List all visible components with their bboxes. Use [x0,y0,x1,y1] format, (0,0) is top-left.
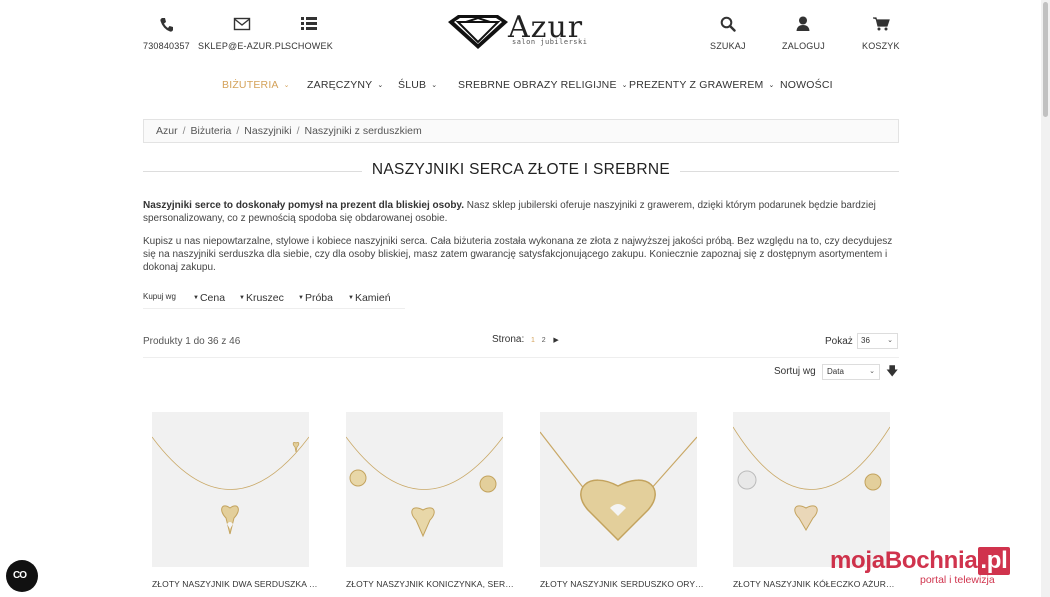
sort-label: Sortuj wg [774,366,816,377]
chat-button[interactable]: CO [6,560,38,592]
nav-item-zareczyny[interactable]: ZARĘCZYNY ⌄ [307,79,383,91]
chevron-down-icon: ⌄ [869,368,875,375]
product-name[interactable]: ZŁOTY NASZYJNIK DWA SERDUSZKA CELEBRYTKA [152,579,320,589]
chevron-down-icon: ⌄ [283,82,290,89]
nav-item-nowosci[interactable]: NOWOŚCI [780,79,833,91]
product-toolbar: Produkty 1 do 36 z 46 Strona: 1 2 ▶ Poka… [143,333,899,358]
show-label: Pokaż [825,336,853,347]
product-count: Produkty 1 do 36 z 46 [143,336,241,347]
chevron-down-icon: ⌄ [431,82,438,89]
product-card[interactable]: ZŁOTY NASZYJNIK KONICZYNKA, SERDUSZKO [346,412,514,589]
cart-icon [872,17,890,31]
breadcrumb: Azur / Biżuteria / Naszyjniki / Naszyjniki z s… [143,119,899,143]
cart-label[interactable]: KOSZYK [862,41,900,51]
login-label[interactable]: ZALOGUJ [782,41,825,51]
phone-icon [160,18,174,32]
breadcrumb-link[interactable]: Biżuteria [191,125,232,137]
email-address[interactable]: SKLEP@E-AZUR.PL [198,41,286,51]
wishlist-label[interactable]: SCHOWEK [285,41,333,51]
chevron-down-icon: ⌄ [887,337,893,344]
page-link-current[interactable]: 1 [531,337,535,344]
nav-item-slub[interactable]: ŚLUB ⌄ [398,79,437,91]
nav-item-prezenty[interactable]: PREZENTY Z GRAWEREM ⌄ [629,79,775,91]
logo-subtitle: salon jubilerski [512,38,588,46]
pager: Strona: 1 2 ▶ [492,334,559,345]
watermark: mojaBochnia .pl portal i telewizja [830,547,1045,597]
nav-item-bizuteria[interactable]: BIŻUTERIA ⌄ [222,79,290,91]
diamond-logo-icon [448,15,508,49]
product-card[interactable]: ZŁOTY NASZYJNIK SERDUSZKO ORYGINALNE [540,412,708,589]
header-email[interactable]: SKLEP@E-AZUR.PL [198,14,286,51]
search-icon [720,16,736,32]
header-search[interactable]: SZUKAJ [710,14,746,51]
header-wishlist[interactable]: SCHOWEK [285,14,333,51]
pager-label: Strona: [492,334,525,345]
description-lead: Naszyjniki serce to doskonały pomysł na … [143,200,465,211]
watermark-main: mojaBochnia .pl [830,547,1010,575]
necklace-big-heart-image [540,431,697,542]
caret-down-icon: ▼ [298,295,304,301]
next-page-icon[interactable]: ▶ [553,337,558,344]
breadcrumb-link[interactable]: Naszyjniki [244,125,291,137]
phone-number[interactable]: 730840357 [143,41,190,51]
product-image[interactable] [733,412,890,567]
product-image[interactable] [346,412,503,567]
sort-select[interactable]: Data ⌄ [822,364,880,380]
product-image[interactable] [152,412,309,567]
site-header: 730840357 SKLEP@E-AZUR.PL SCHOWEK Azur s… [0,0,1041,64]
caret-down-icon: ▼ [193,295,199,301]
header-login[interactable]: ZALOGUJ [782,14,825,51]
search-label[interactable]: SZUKAJ [710,41,746,51]
chevron-down-icon: ⌄ [377,82,384,89]
page-link[interactable]: 2 [542,337,546,344]
product-name[interactable]: ZŁOTY NASZYJNIK SERDUSZKO ORYGINALNE [540,579,708,589]
necklace-clover-heart-image [346,436,503,538]
page-title: NASZYJNIKI SERCA ZŁOTE I SREBRNE [143,161,899,179]
chat-label: CO [13,570,27,581]
description-paragraph: Kupisz u nas niepowtarzalne, stylowe i k… [143,236,893,273]
category-description: Naszyjniki serce to doskonały pomysł na … [143,199,903,284]
caret-down-icon: ▼ [239,295,245,301]
necklace-two-hearts-image [152,436,309,535]
chevron-down-icon: ⌄ [768,82,775,89]
user-icon [796,16,810,31]
nav-item-obrazy[interactable]: SREBRNE OBRAZY RELIGIJNE ⌄ [458,79,628,91]
filter-bar: Kupuj wg ▼Cena ▼Kruszec ▼Próba ▼Kamień [143,287,405,309]
envelope-icon [233,17,251,31]
filter-cena[interactable]: ▼Cena [193,292,225,304]
necklace-circle-openwork-image [733,426,890,531]
per-page-select[interactable]: 36 ⌄ [857,333,898,349]
scrollbar-thumb[interactable] [1043,2,1048,117]
header-phone[interactable]: 730840357 [143,14,190,51]
list-icon [300,17,317,30]
description-paragraph: Naszyjniki serce to doskonały pomysł na … [143,200,876,224]
logo[interactable]: Azur salon jubilerski [446,10,596,52]
filter-proba[interactable]: ▼Próba [298,292,333,304]
product-name[interactable]: ZŁOTY NASZYJNIK KONICZYNKA, SERDUSZKO [346,579,514,589]
filter-kamien[interactable]: ▼Kamień [348,292,391,304]
page-title-wrap: NASZYJNIKI SERCA ZŁOTE I SREBRNE [143,161,899,181]
page-scrollbar[interactable] [1041,0,1050,597]
watermark-sub: portal i telewizja [920,574,995,586]
filter-label: Kupuj wg [143,292,176,301]
main-nav: BIŻUTERIA ⌄ ZARĘCZYNY ⌄ ŚLUB ⌄ SREBRNE OBRA… [0,79,1041,95]
chevron-down-icon: ⌄ [621,82,628,89]
sort-direction-icon[interactable]: 🡇 [886,362,898,383]
breadcrumb-current: Naszyjniki z serduszkiem [304,125,422,137]
filter-kruszec[interactable]: ▼Kruszec [239,292,284,304]
product-card[interactable]: ZŁOTY NASZYJNIK DWA SERDUSZKA CELEBRYTKA [152,412,320,589]
breadcrumb-link[interactable]: Azur [156,125,178,137]
caret-down-icon: ▼ [348,295,354,301]
product-image[interactable] [540,412,697,567]
header-cart[interactable]: KOSZYK [862,14,900,51]
